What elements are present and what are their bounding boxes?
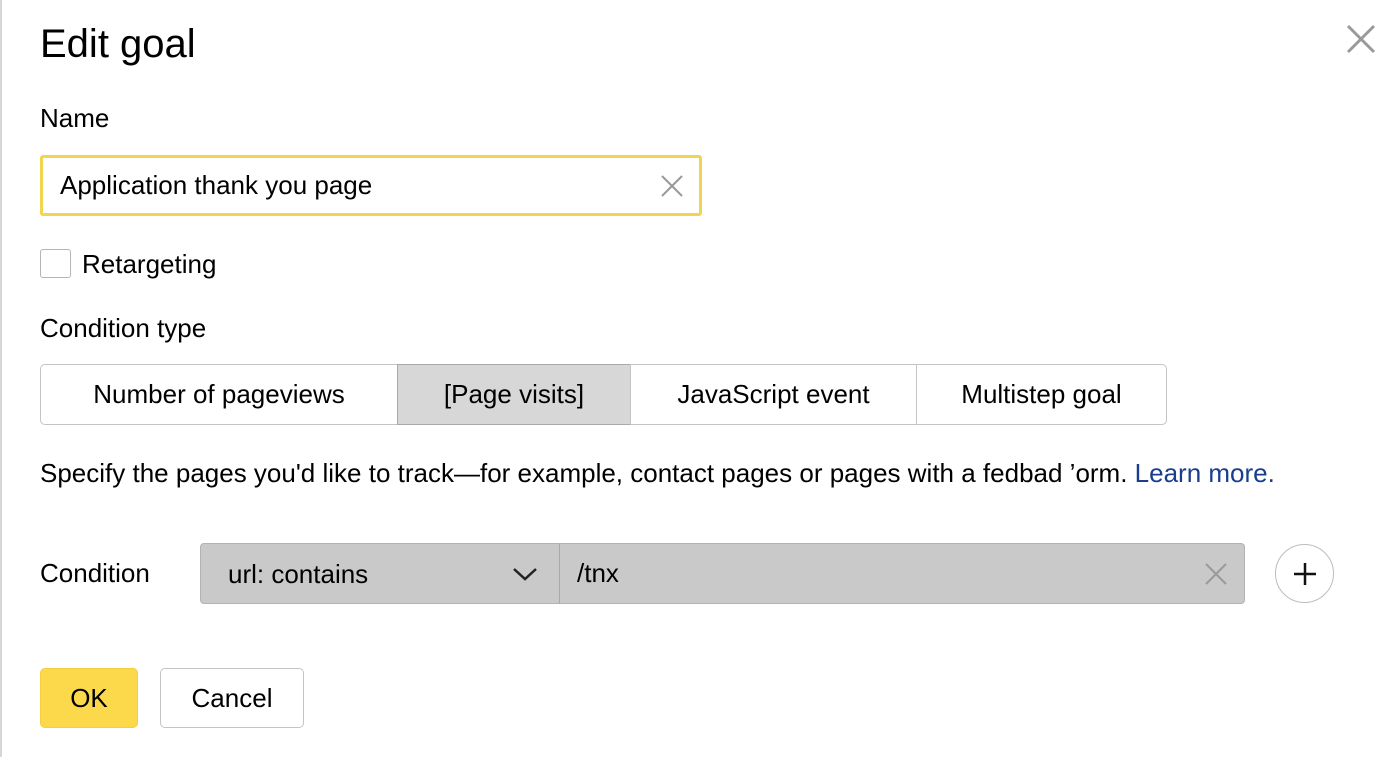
- add-condition-button[interactable]: [1275, 544, 1334, 603]
- name-input[interactable]: [43, 158, 643, 213]
- learn-more-link[interactable]: Learn more.: [1135, 458, 1275, 488]
- condition-value-input[interactable]: [560, 544, 1180, 603]
- dialog-title: Edit goal: [40, 22, 196, 66]
- description-text: Specify the pages you'd like to track—fo…: [40, 458, 1135, 488]
- name-field-wrapper: [40, 155, 702, 216]
- chevron-down-icon: [513, 568, 537, 581]
- close-icon[interactable]: [1342, 20, 1380, 58]
- ok-button[interactable]: OK: [40, 668, 138, 728]
- cancel-button[interactable]: Cancel: [160, 668, 304, 728]
- clear-icon[interactable]: [1204, 562, 1228, 586]
- condition-operator-value: url: contains: [228, 559, 369, 589]
- plus-icon: [1294, 563, 1316, 585]
- segment-multistep-goal[interactable]: Multistep goal: [916, 364, 1167, 425]
- clear-icon[interactable]: [660, 174, 684, 198]
- condition-operator-select[interactable]: url: contains: [200, 543, 560, 604]
- condition-description: Specify the pages you'd like to track—fo…: [40, 456, 1360, 490]
- left-edge-divider: [0, 0, 2, 757]
- condition-value-wrapper: [559, 543, 1245, 604]
- segment-number-of-pageviews[interactable]: Number of pageviews: [40, 364, 398, 425]
- name-label: Name: [40, 103, 110, 133]
- condition-type-label: Condition type: [40, 313, 207, 343]
- segment-javascript-event[interactable]: JavaScript event: [630, 364, 917, 425]
- condition-label: Condition: [40, 558, 150, 588]
- retargeting-checkbox[interactable]: [40, 249, 71, 278]
- retargeting-label[interactable]: Retargeting: [82, 248, 216, 280]
- condition-type-selector: Number of pageviews [Page visits] JavaSc…: [40, 364, 1167, 425]
- segment-page-visits[interactable]: [Page visits]: [397, 364, 631, 425]
